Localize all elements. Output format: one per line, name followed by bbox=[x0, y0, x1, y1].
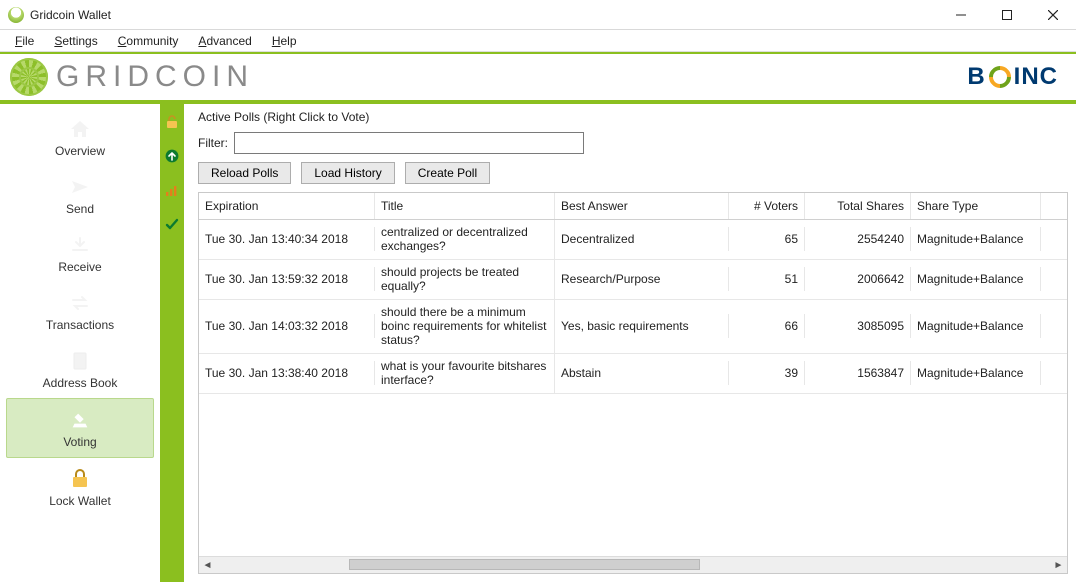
cell-shares: 3085095 bbox=[805, 314, 911, 338]
cell-title: what is your favourite bitshares interfa… bbox=[375, 354, 555, 393]
boinc-b: B bbox=[967, 63, 985, 91]
menu-file[interactable]: File bbox=[5, 31, 44, 51]
menu-community[interactable]: Community bbox=[108, 31, 189, 51]
cell-voters: 66 bbox=[729, 314, 805, 338]
sidebar-item-label: Overview bbox=[55, 144, 105, 158]
filter-input[interactable] bbox=[234, 132, 584, 154]
sidebar-item-label: Lock Wallet bbox=[49, 494, 111, 508]
cell-share-type: Magnitude+Balance bbox=[911, 361, 1041, 385]
filter-label: Filter: bbox=[198, 136, 228, 150]
cell-best-answer: Abstain bbox=[555, 361, 729, 385]
reload-polls-button[interactable]: Reload Polls bbox=[198, 162, 291, 184]
load-history-button[interactable]: Load History bbox=[301, 162, 394, 184]
col-total-shares[interactable]: Total Shares bbox=[805, 193, 911, 219]
boinc-logo: B INC bbox=[967, 63, 1058, 91]
col-voters[interactable]: # Voters bbox=[729, 193, 805, 219]
cell-title: should there be a minimum boinc requirem… bbox=[375, 300, 555, 353]
status-strip bbox=[160, 104, 184, 582]
sidebar-item-label: Receive bbox=[58, 260, 101, 274]
sidebar-item-label: Send bbox=[66, 202, 94, 216]
panel-title: Active Polls (Right Click to Vote) bbox=[198, 110, 1068, 124]
cell-shares: 1563847 bbox=[805, 361, 911, 385]
minimize-icon bbox=[956, 10, 966, 20]
menu-advanced[interactable]: Advanced bbox=[188, 31, 261, 51]
col-expiration[interactable]: Expiration bbox=[199, 193, 375, 219]
col-title[interactable]: Title bbox=[375, 193, 555, 219]
cell-best-answer: Research/Purpose bbox=[555, 267, 729, 291]
window-close-button[interactable] bbox=[1030, 0, 1076, 30]
cell-voters: 65 bbox=[729, 227, 805, 251]
receive-icon bbox=[69, 234, 91, 256]
polls-table: Expiration Title Best Answer # Voters To… bbox=[198, 192, 1068, 574]
signal-bars-icon bbox=[164, 182, 180, 198]
sidebar: Overview Send Receive Transactions Addre… bbox=[0, 104, 160, 582]
scroll-thumb[interactable] bbox=[349, 559, 699, 570]
menubar: File Settings Community Advanced Help bbox=[0, 30, 1076, 52]
sidebar-item-address-book[interactable]: Address Book bbox=[6, 340, 154, 398]
sidebar-item-label: Address Book bbox=[43, 376, 118, 390]
gridcoin-logo-icon bbox=[10, 58, 48, 96]
cell-best-answer: Yes, basic requirements bbox=[555, 314, 729, 338]
cell-best-answer: Decentralized bbox=[555, 227, 729, 251]
transactions-icon bbox=[69, 292, 91, 314]
sidebar-item-voting[interactable]: Voting bbox=[6, 398, 154, 458]
cell-expiration: Tue 30. Jan 13:40:34 2018 bbox=[199, 227, 375, 251]
boinc-inc: INC bbox=[1014, 63, 1058, 91]
brand-text: GRIDCOIN bbox=[56, 60, 254, 94]
voting-icon bbox=[69, 409, 91, 431]
sidebar-item-send[interactable]: Send bbox=[6, 166, 154, 224]
window-titlebar: Gridcoin Wallet bbox=[0, 0, 1076, 30]
col-best-answer[interactable]: Best Answer bbox=[555, 193, 729, 219]
scroll-track[interactable] bbox=[216, 557, 1050, 573]
table-body: Tue 30. Jan 13:40:34 2018centralized or … bbox=[199, 220, 1067, 556]
table-row[interactable]: Tue 30. Jan 13:59:32 2018should projects… bbox=[199, 260, 1067, 300]
cell-shares: 2006642 bbox=[805, 267, 911, 291]
lock-icon bbox=[69, 468, 91, 490]
cell-share-type: Magnitude+Balance bbox=[911, 267, 1041, 291]
lock-open-icon bbox=[164, 114, 180, 130]
table-header: Expiration Title Best Answer # Voters To… bbox=[199, 193, 1067, 220]
address-book-icon bbox=[69, 350, 91, 372]
window-title: Gridcoin Wallet bbox=[30, 8, 111, 22]
sidebar-item-label: Voting bbox=[63, 435, 96, 449]
checkmark-icon bbox=[164, 216, 180, 232]
sidebar-item-lock-wallet[interactable]: Lock Wallet bbox=[6, 458, 154, 516]
close-icon bbox=[1048, 10, 1058, 20]
cell-expiration: Tue 30. Jan 13:38:40 2018 bbox=[199, 361, 375, 385]
main-panel: Active Polls (Right Click to Vote) Filte… bbox=[184, 104, 1076, 582]
table-row[interactable]: Tue 30. Jan 13:40:34 2018centralized or … bbox=[199, 220, 1067, 260]
horizontal-scrollbar[interactable]: ◄ ► bbox=[199, 556, 1067, 573]
col-share-type[interactable]: Share Type bbox=[911, 193, 1041, 219]
arrow-up-circle-icon bbox=[164, 148, 180, 164]
boinc-orbits-icon bbox=[987, 64, 1013, 90]
cell-share-type: Magnitude+Balance bbox=[911, 314, 1041, 338]
window-minimize-button[interactable] bbox=[938, 0, 984, 30]
menu-settings[interactable]: Settings bbox=[44, 31, 107, 51]
cell-expiration: Tue 30. Jan 14:03:32 2018 bbox=[199, 314, 375, 338]
cell-share-type: Magnitude+Balance bbox=[911, 227, 1041, 251]
cell-shares: 2554240 bbox=[805, 227, 911, 251]
maximize-icon bbox=[1002, 10, 1012, 20]
table-row[interactable]: Tue 30. Jan 14:03:32 2018should there be… bbox=[199, 300, 1067, 354]
send-icon bbox=[69, 176, 91, 198]
cell-voters: 39 bbox=[729, 361, 805, 385]
create-poll-button[interactable]: Create Poll bbox=[405, 162, 490, 184]
table-row[interactable]: Tue 30. Jan 13:38:40 2018what is your fa… bbox=[199, 354, 1067, 394]
window-maximize-button[interactable] bbox=[984, 0, 1030, 30]
app-icon bbox=[8, 7, 24, 23]
cell-expiration: Tue 30. Jan 13:59:32 2018 bbox=[199, 267, 375, 291]
header-band: GRIDCOIN B INC bbox=[0, 52, 1076, 104]
scroll-right-arrow-icon[interactable]: ► bbox=[1050, 557, 1067, 574]
cell-title: centralized or decentralized exchanges? bbox=[375, 220, 555, 259]
sidebar-item-label: Transactions bbox=[46, 318, 114, 332]
sidebar-item-transactions[interactable]: Transactions bbox=[6, 282, 154, 340]
sidebar-item-receive[interactable]: Receive bbox=[6, 224, 154, 282]
cell-title: should projects be treated equally? bbox=[375, 260, 555, 299]
menu-help[interactable]: Help bbox=[262, 31, 307, 51]
scroll-left-arrow-icon[interactable]: ◄ bbox=[199, 557, 216, 574]
cell-voters: 51 bbox=[729, 267, 805, 291]
sidebar-item-overview[interactable]: Overview bbox=[6, 108, 154, 166]
home-icon bbox=[69, 118, 91, 140]
